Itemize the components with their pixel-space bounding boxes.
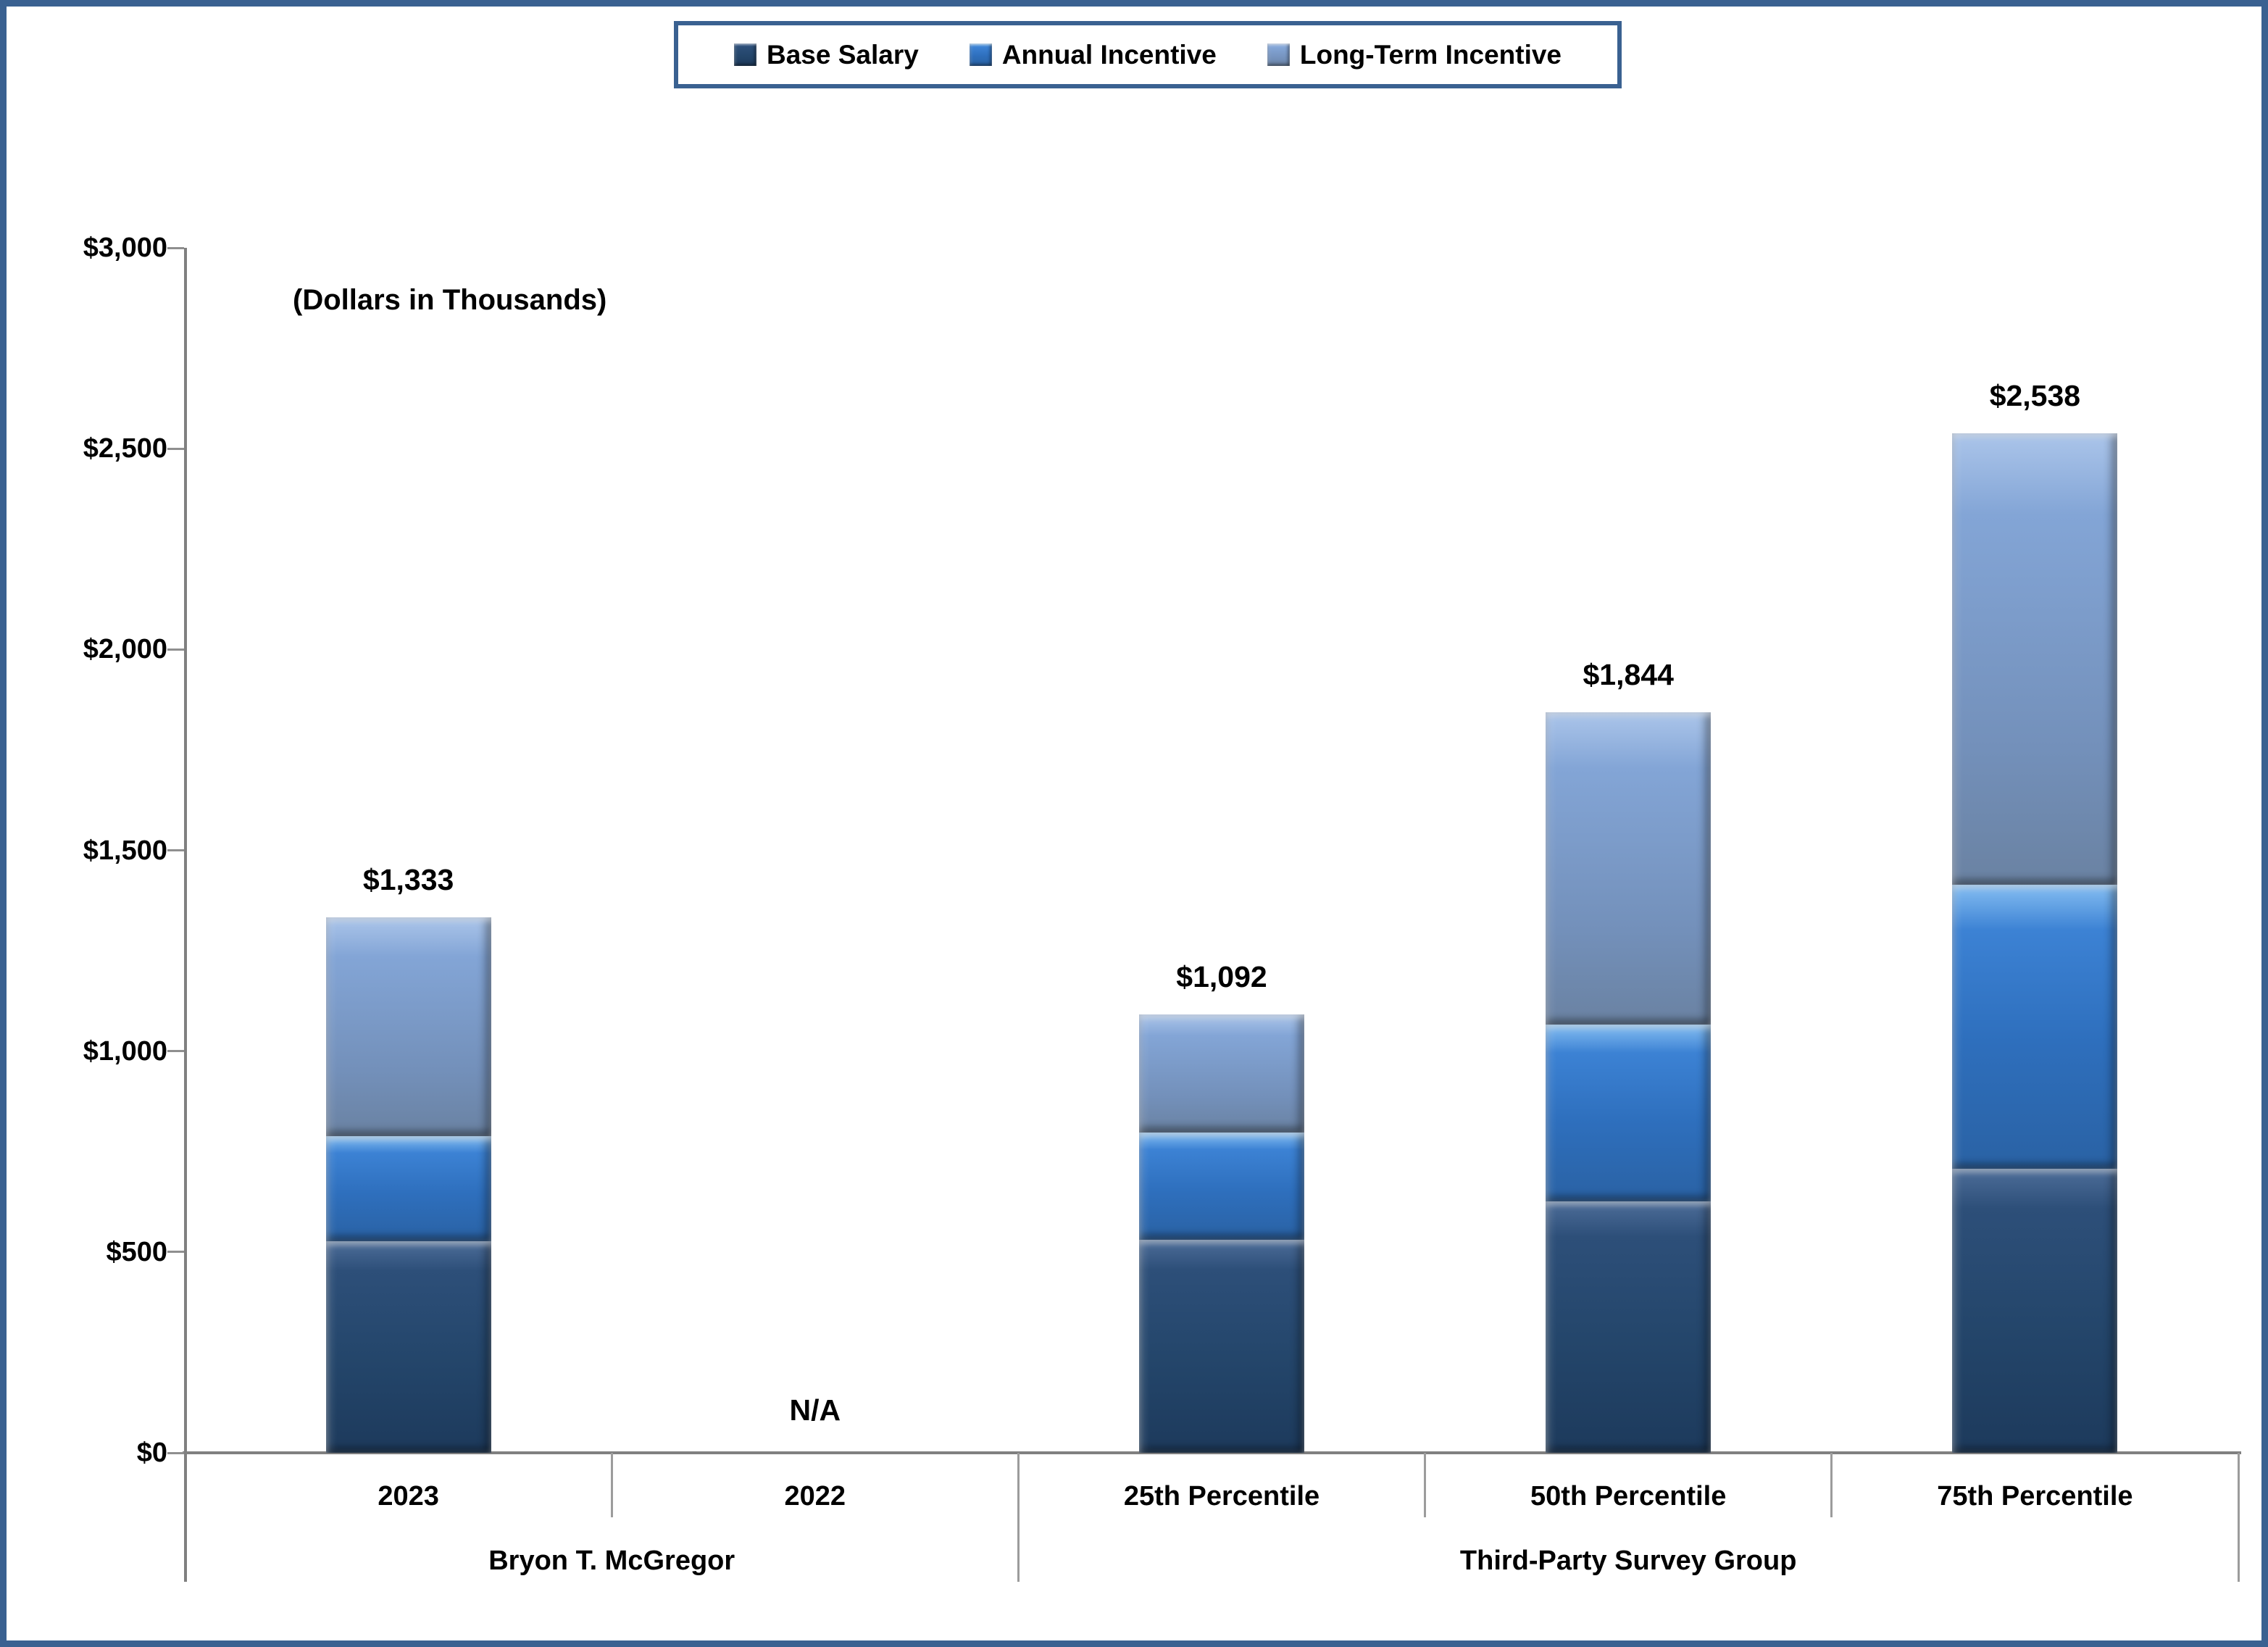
y-tick-mark — [167, 247, 184, 249]
y-tick-mark — [167, 1251, 184, 1253]
axis-divider — [1424, 1453, 1426, 1517]
bar-segment-long-term-incentive — [1952, 433, 2117, 885]
bar-segment-long-term-incentive — [1546, 712, 1711, 1025]
bar-segment-base-salary — [1952, 1169, 2117, 1453]
bar-segment-base-salary — [326, 1241, 491, 1453]
category-label: 2023 — [205, 1480, 612, 1512]
axis-divider — [1830, 1453, 1833, 1517]
bar-segment-base-salary — [1139, 1240, 1304, 1453]
y-tick-mark — [167, 849, 184, 851]
bar-segment-annual-incentive — [1952, 885, 2117, 1169]
plot-area: $0 $500 $1,000 $1,500 $2,000 $2,500 $3,000 $1,3… — [7, 7, 2268, 1647]
bar-total-label: $2,538 — [1919, 379, 2151, 412]
y-axis-label: $500 — [28, 1235, 167, 1269]
y-tick-mark — [167, 1050, 184, 1052]
bar-total-label: $1,092 — [1106, 960, 1338, 993]
y-axis-label: $2,500 — [28, 431, 167, 466]
bar-segment-base-salary — [1546, 1201, 1711, 1453]
bar-segment-long-term-incentive — [326, 917, 491, 1136]
y-axis-label: $0 — [28, 1435, 167, 1470]
na-label: N/A — [699, 1393, 931, 1427]
bar-segment-long-term-incentive — [1139, 1014, 1304, 1133]
bar-total-label: $1,844 — [1512, 658, 1744, 691]
axis-divider — [611, 1453, 613, 1517]
group-label: Bryon T. McGregor — [205, 1545, 1018, 1577]
category-label: 25th Percentile — [1018, 1480, 1425, 1512]
y-tick-mark — [167, 649, 184, 651]
y-axis-label: $3,000 — [28, 230, 167, 265]
bar-segment-annual-incentive — [1139, 1133, 1304, 1240]
y-axis-label: $1,000 — [28, 1034, 167, 1069]
y-axis-label: $1,500 — [28, 833, 167, 868]
y-axis-label: $2,000 — [28, 632, 167, 667]
chart-canvas: Base Salary Annual Incentive Long-Term I… — [0, 0, 2268, 1647]
bar-total-label: $1,333 — [293, 863, 525, 896]
category-label: 50th Percentile — [1425, 1480, 1832, 1512]
y-tick-mark — [167, 1452, 184, 1454]
group-label: Third-Party Survey Group — [1018, 1545, 2238, 1577]
bar-segment-annual-incentive — [1546, 1025, 1711, 1201]
bar-segment-annual-incentive — [326, 1136, 491, 1241]
category-label: 75th Percentile — [1832, 1480, 2238, 1512]
y-tick-mark — [167, 448, 184, 450]
category-label: 2022 — [612, 1480, 1018, 1512]
y-axis-line — [184, 248, 187, 1582]
